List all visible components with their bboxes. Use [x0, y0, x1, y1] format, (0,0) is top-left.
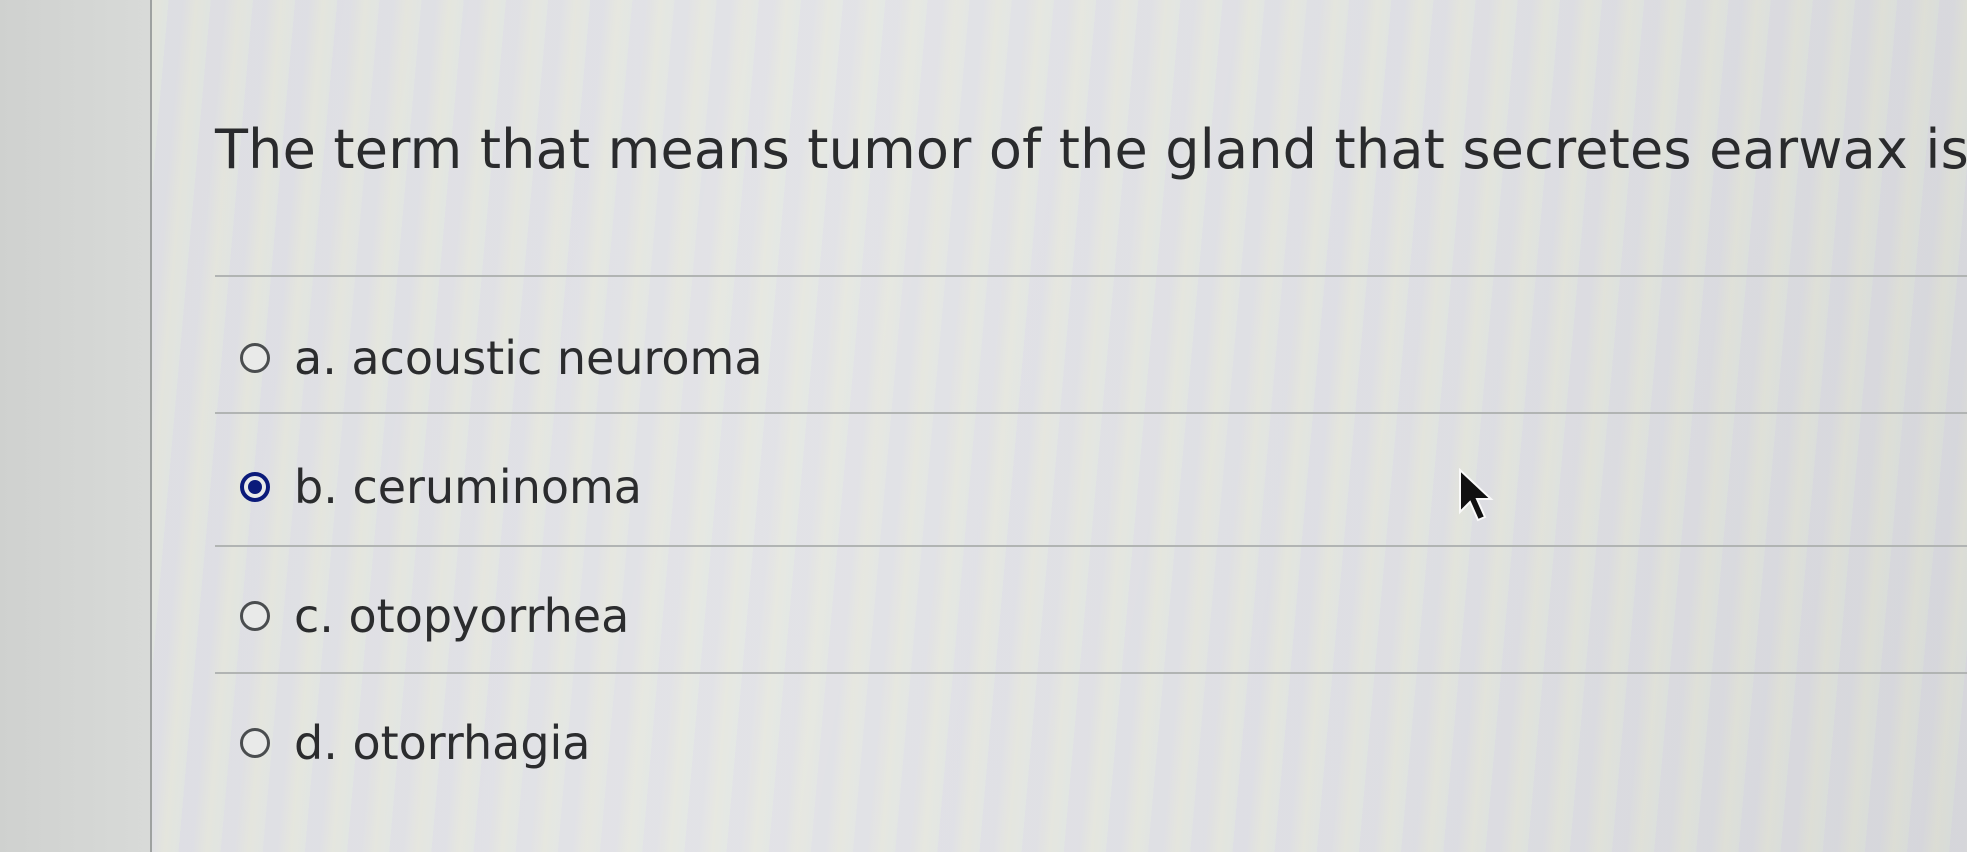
answer-option-label: c. otopyorrhea	[294, 589, 630, 643]
answer-option-b[interactable]: b. ceruminoma	[240, 457, 642, 517]
radio-button-icon[interactable]	[240, 728, 270, 758]
mouse-pointer-icon	[1459, 468, 1494, 522]
answer-option-label: b. ceruminoma	[294, 460, 642, 514]
divider	[215, 412, 1967, 414]
question-text: The term that means tumor of the gland t…	[215, 118, 1967, 181]
answer-option-c[interactable]: c. otopyorrhea	[240, 586, 629, 646]
answer-option-d[interactable]: d. otorrhagia	[240, 713, 590, 773]
left-gutter	[0, 0, 150, 852]
radio-button-icon[interactable]	[240, 343, 270, 373]
panel-border	[150, 0, 152, 852]
divider	[215, 275, 1967, 277]
quiz-screen: The term that means tumor of the gland t…	[0, 0, 1967, 852]
radio-button-icon[interactable]	[240, 472, 270, 502]
radio-button-icon[interactable]	[240, 601, 270, 631]
divider	[215, 545, 1967, 547]
divider	[215, 672, 1967, 674]
answer-option-label: d. otorrhagia	[294, 716, 591, 770]
answer-option-a[interactable]: a. acoustic neuroma	[240, 328, 763, 388]
answer-option-label: a. acoustic neuroma	[294, 331, 763, 385]
